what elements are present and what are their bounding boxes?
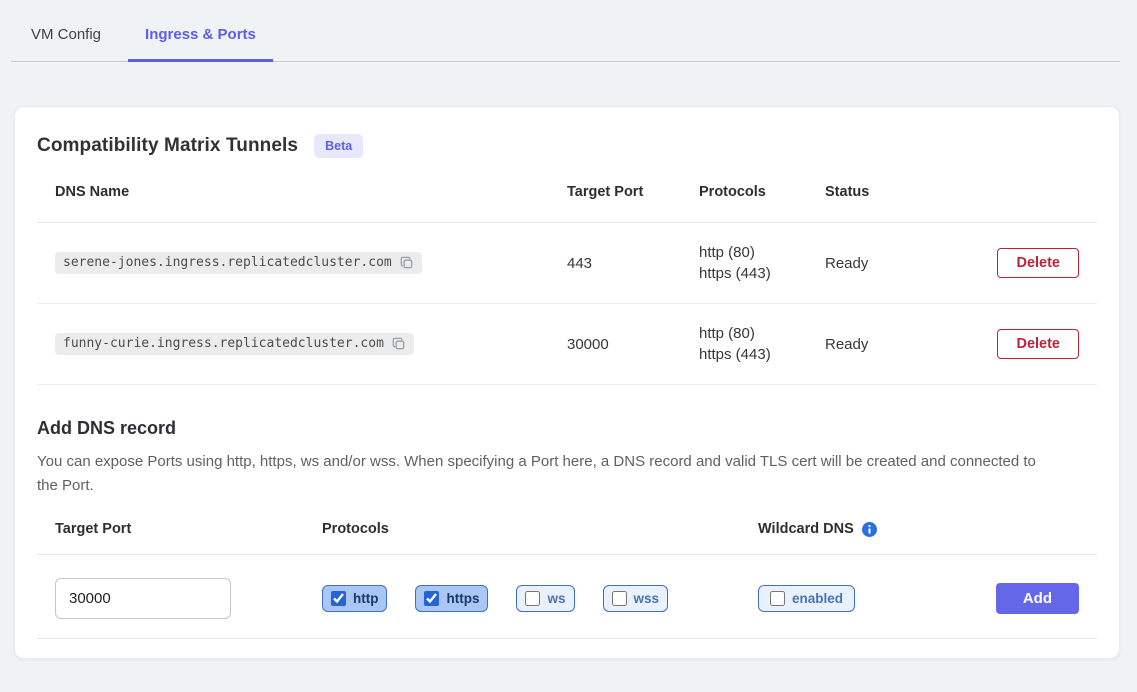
- protocol-option-label: https: [446, 591, 479, 606]
- wildcard-option-label: enabled: [792, 591, 843, 606]
- page: VM Config Ingress & Ports Compatibility …: [0, 0, 1137, 659]
- protocols-cell: http (80) https (443): [699, 323, 825, 365]
- copy-icon[interactable]: [399, 255, 414, 270]
- protocol-line: https (443): [699, 263, 825, 284]
- form-col-wildcard-dns: Wildcard DNS: [758, 521, 1097, 537]
- protocol-option-label: http: [353, 591, 378, 606]
- tunnels-table-header: DNS Name Target Port Protocols Status: [37, 168, 1097, 223]
- tab-bar: VM Config Ingress & Ports: [11, 0, 1120, 62]
- enabled-checkbox-input[interactable]: [770, 591, 785, 606]
- dns-name-text: serene-jones.ingress.replicatedcluster.c…: [63, 255, 392, 270]
- dns-name-pill: serene-jones.ingress.replicatedcluster.c…: [55, 252, 422, 274]
- tab-ingress-ports[interactable]: Ingress & Ports: [128, 21, 273, 62]
- https-checkbox-input[interactable]: [424, 591, 439, 606]
- target-port-cell: 443: [567, 255, 699, 272]
- beta-badge: Beta: [314, 134, 363, 158]
- protocol-checkbox-wss[interactable]: wss: [603, 585, 669, 612]
- col-header-status: Status: [825, 184, 996, 200]
- form-col-protocols: Protocols: [322, 521, 758, 537]
- card-title: Compatibility Matrix Tunnels: [37, 135, 298, 157]
- col-header-protocols: Protocols: [699, 184, 825, 200]
- form-row: http https ws wss enabled: [37, 555, 1097, 639]
- form-header-row: Target Port Protocols Wildcard DNS: [37, 521, 1097, 555]
- status-cell: Ready: [825, 336, 996, 353]
- table-row: funny-curie.ingress.replicatedcluster.co…: [37, 304, 1097, 385]
- wildcard-enabled-checkbox[interactable]: enabled: [758, 585, 855, 612]
- dns-name-text: funny-curie.ingress.replicatedcluster.co…: [63, 336, 384, 351]
- tab-vm-config[interactable]: VM Config: [14, 21, 118, 62]
- add-dns-record-description: You can expose Ports using http, https, …: [37, 450, 1057, 497]
- copy-icon[interactable]: [391, 336, 406, 351]
- protocol-line: http (80): [699, 242, 825, 263]
- delete-button[interactable]: Delete: [997, 248, 1079, 278]
- dns-cell: funny-curie.ingress.replicatedcluster.co…: [37, 333, 567, 355]
- add-dns-record-title: Add DNS record: [37, 418, 1097, 439]
- protocol-option-label: wss: [634, 591, 660, 606]
- http-checkbox-input[interactable]: [331, 591, 346, 606]
- delete-button[interactable]: Delete: [997, 329, 1079, 359]
- protocol-checkbox-ws[interactable]: ws: [516, 585, 574, 612]
- form-col-target-port: Target Port: [37, 521, 322, 537]
- status-cell: Ready: [825, 255, 996, 272]
- wildcard-dns-label: Wildcard DNS: [758, 521, 854, 537]
- protocol-line: http (80): [699, 323, 825, 344]
- tunnels-card: Compatibility Matrix Tunnels Beta DNS Na…: [14, 106, 1120, 659]
- target-port-input[interactable]: [55, 578, 231, 619]
- dns-cell: serene-jones.ingress.replicatedcluster.c…: [37, 252, 567, 274]
- table-row: serene-jones.ingress.replicatedcluster.c…: [37, 223, 1097, 304]
- protocol-checkbox-https[interactable]: https: [415, 585, 488, 612]
- wss-checkbox-input[interactable]: [612, 591, 627, 606]
- card-header: Compatibility Matrix Tunnels Beta: [37, 107, 1097, 158]
- protocol-option-label: ws: [547, 591, 565, 606]
- protocol-checkbox-http[interactable]: http: [322, 585, 387, 612]
- info-icon[interactable]: [862, 522, 877, 537]
- col-header-dns-name: DNS Name: [37, 184, 567, 200]
- wildcard-dns-cell: enabled: [758, 585, 996, 612]
- col-header-target-port: Target Port: [567, 184, 699, 200]
- protocol-line: https (443): [699, 344, 825, 365]
- add-button[interactable]: Add: [996, 583, 1079, 614]
- target-port-cell: 30000: [567, 336, 699, 353]
- protocols-cell: http (80) https (443): [699, 242, 825, 284]
- target-port-field-cell: [37, 578, 322, 619]
- ws-checkbox-input[interactable]: [525, 591, 540, 606]
- protocol-options: http https ws wss: [322, 585, 758, 612]
- dns-name-pill: funny-curie.ingress.replicatedcluster.co…: [55, 333, 414, 355]
